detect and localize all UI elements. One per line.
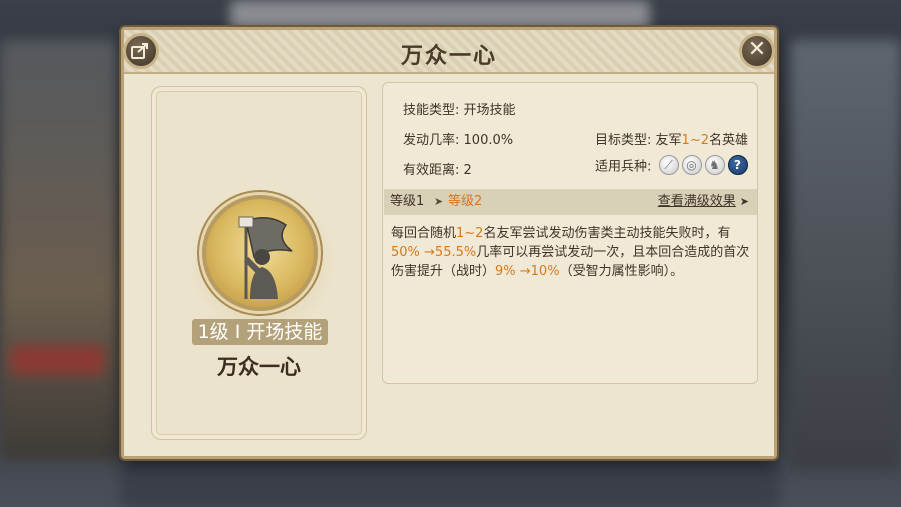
panel-title: 万众一心 (400, 44, 497, 69)
sword-icon[interactable]: ⟋ (658, 155, 679, 175)
desc-highlight-2: 50% →55.5% (391, 245, 477, 260)
view-max-level-label: 查看满级效果 (657, 194, 736, 209)
target-range: 1~2 (681, 133, 709, 148)
effective-range-value: 2 (463, 163, 472, 178)
skill-info-card: 技能类型: 开场技能 发动几率: 100.0% 目标类型: 友军1~2名英雄 有… (382, 82, 758, 384)
title-bar: 万众一心 (124, 30, 774, 74)
skill-type-label: 技能类型: (403, 103, 460, 118)
level-separator: I (228, 321, 247, 343)
horse-icon[interactable]: ♞ (704, 155, 725, 175)
view-max-level-link[interactable]: 查看满级效果 ➤ (658, 189, 749, 215)
desc-highlight-3: 9% →10% (495, 264, 560, 279)
arrow-icon: ➤ (434, 195, 444, 208)
background-red-banner (10, 345, 105, 375)
background-left (0, 40, 120, 460)
desc-part-1: 每回合随机 (391, 226, 457, 241)
skill-emblem (202, 195, 318, 311)
skill-type-value: 开场技能 (463, 103, 516, 118)
level-2-tab[interactable]: 等级2 (448, 189, 482, 215)
share-button[interactable] (123, 33, 159, 69)
trigger-rate-value: 100.0% (463, 133, 514, 148)
background-bottom (120, 460, 780, 507)
level-number: 1级 (197, 321, 229, 343)
question-icon[interactable]: ? (727, 155, 748, 175)
close-button[interactable]: ✕ (739, 33, 775, 69)
skill-card: 1级 I 开场技能 万众一心 (151, 86, 367, 440)
effective-range-label: 有效距离: (403, 163, 460, 178)
desc-part-2: 名友军尝试发动伤害类主动技能失败时，有 (483, 226, 731, 241)
share-icon (131, 43, 148, 59)
level-1-tab[interactable]: 等级1 (390, 189, 424, 215)
skill-name: 万众一心 (217, 355, 301, 379)
desc-part-4: （受智力属性影响）。 (559, 264, 684, 279)
level-badge: 1级 I 开场技能 (192, 319, 328, 345)
effective-range-row: 有效距离: 2 (403, 159, 472, 178)
background-top (230, 0, 650, 30)
target-suffix: 名英雄 (708, 133, 748, 148)
target-type-label: 目标类型: (595, 133, 652, 148)
background-right (790, 40, 901, 470)
level-bar: 等级1 ➤ 等级2 查看满级效果 ➤ (384, 189, 757, 215)
trigger-rate-row: 发动几率: 100.0% (403, 129, 513, 148)
target-prefix: 友军 (655, 133, 682, 148)
close-icon: ✕ (747, 37, 767, 62)
target-type-row: 目标类型: 友军1~2名英雄 (595, 129, 748, 148)
shield-ring-icon[interactable]: ◎ (681, 155, 702, 175)
flag-bearer-icon (238, 216, 293, 299)
level-skill-type: 开场技能 (246, 321, 323, 343)
troop-types-label: 适用兵种: (595, 159, 652, 175)
skill-description: 每回合随机1~2名友军尝试发动伤害类主动技能失败时，有50% →55.5%几率可… (391, 224, 753, 281)
chevron-right-icon: ➤ (739, 195, 749, 208)
desc-highlight-1: 1~2 (456, 226, 484, 241)
skill-type-row: 技能类型: 开场技能 (403, 99, 516, 118)
trigger-rate-label: 发动几率: (403, 133, 460, 148)
troop-types-row: 适用兵种: ⟋ ◎ ♞? (595, 155, 748, 175)
skill-detail-panel: 万众一心 ✕ 1级 I 开场技能 万众一心 技能类型: 开场技能 发动几率: 1… (121, 27, 777, 459)
